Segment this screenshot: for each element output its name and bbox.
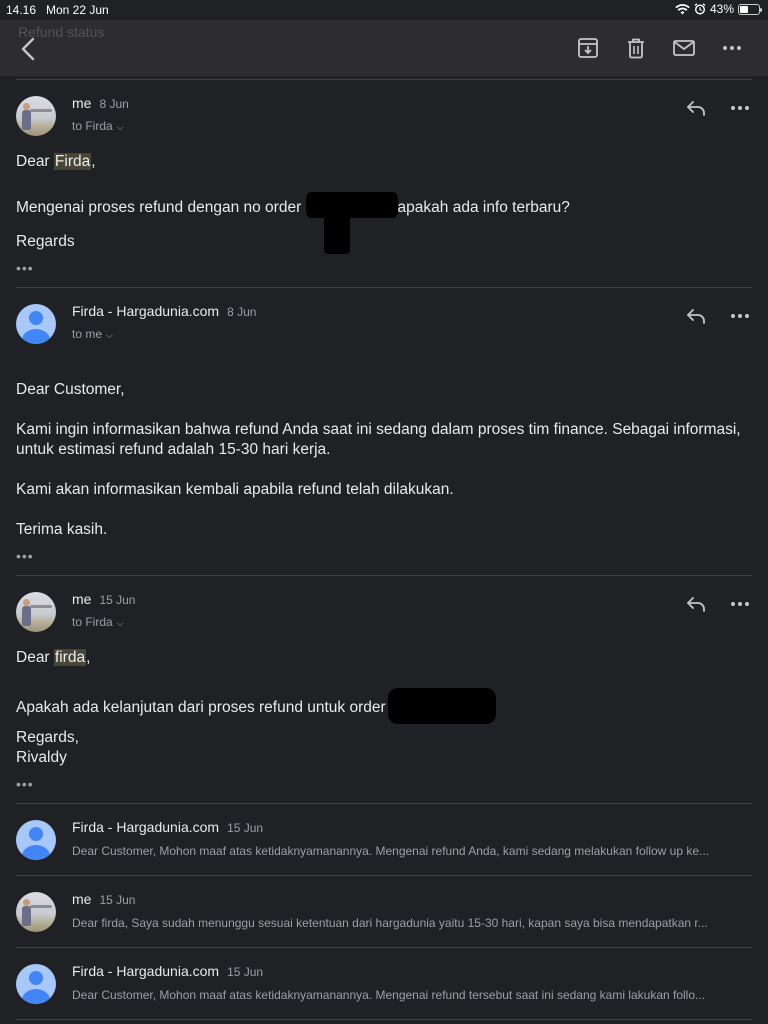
avatar: [16, 892, 56, 932]
more-horizontal-icon[interactable]: [728, 592, 752, 616]
message-snippet: Dear firda, Saya sudah menunggu sesuai k…: [72, 916, 708, 930]
avatar[interactable]: [16, 96, 56, 136]
divider: [16, 287, 752, 288]
status-bar: 14.16 Mon 22 Jun 43%: [0, 0, 768, 20]
recipient-label: to Firda: [72, 119, 113, 133]
greeting: Dear firda,: [16, 648, 746, 668]
archive-icon[interactable]: [574, 34, 602, 62]
recipient-toggle[interactable]: to Firda ⌵: [72, 615, 124, 629]
sender-line: me 15 Jun: [72, 891, 135, 907]
alarm-icon: [694, 3, 706, 15]
avatar[interactable]: [16, 592, 56, 632]
reply-icon[interactable]: [684, 592, 708, 616]
divider: [16, 1019, 752, 1020]
message-line: Mengenai proses refund dengan no order a…: [16, 192, 746, 218]
avatar: [16, 964, 56, 1004]
status-date: Mon 22 Jun: [46, 3, 109, 17]
sender-name: me: [72, 591, 92, 607]
collapsed-message[interactable]: Firda - Hargadunia.com 15 Jun Dear Custom…: [0, 804, 768, 876]
sender-line: Firda - Hargadunia.com 8 Jun: [72, 303, 256, 319]
reply-icon[interactable]: [684, 96, 708, 120]
sender-line: me 8 Jun: [72, 95, 129, 111]
closing: Regards: [16, 233, 75, 250]
battery-percent: 43%: [709, 2, 734, 16]
top-toolbar: Refund status: [0, 20, 768, 76]
message-date: 15 Jun: [227, 821, 264, 835]
redaction-mark: [305, 192, 398, 218]
closing: Regards,: [16, 729, 79, 746]
recipient-toggle[interactable]: to me ⌵: [72, 327, 113, 341]
highlighted-name: firda: [53, 649, 87, 666]
greeting-text: Dear: [16, 649, 54, 666]
show-trimmed-button[interactable]: •••: [16, 776, 34, 792]
sender-line: Firda - Hargadunia.com 15 Jun: [72, 963, 263, 979]
collapsed-message[interactable]: Firda - Hargadunia.com 15 Jun Dear Custom…: [0, 948, 768, 1020]
more-horizontal-icon[interactable]: [728, 96, 752, 120]
redaction-mark: [387, 688, 496, 724]
greeting: Dear Firda,: [16, 152, 746, 172]
greeting-comma: ,: [91, 153, 96, 170]
greeting-comma: ,: [86, 649, 91, 666]
divider: [16, 575, 752, 576]
status-right: 43%: [675, 2, 762, 16]
battery-icon: [738, 3, 762, 15]
chevron-down-icon: ⌵: [106, 330, 113, 340]
collapsed-message[interactable]: me 15 Jun Dear firda, Saya sudah menunggu…: [0, 876, 768, 948]
message-snippet: Dear Customer, Mohon maaf atas ketidakny…: [72, 988, 706, 1002]
line-text: Apakah ada kelanjutan dari proses refund…: [16, 699, 386, 716]
message-date: 8 Jun: [99, 97, 129, 111]
avatar[interactable]: [16, 304, 56, 344]
sender-line: me 15 Jun: [72, 591, 135, 607]
sender-name: me: [72, 891, 92, 907]
sender-name: Firda - Hargadunia.com: [72, 963, 220, 979]
message-date: 15 Jun: [227, 965, 264, 979]
show-trimmed-button[interactable]: •••: [16, 260, 34, 276]
status-time: 14.16: [6, 3, 37, 17]
recipient-label: to me: [72, 327, 103, 341]
message-date: 8 Jun: [227, 305, 257, 319]
message-line: Apakah ada kelanjutan dari proses refund…: [16, 688, 746, 724]
message-date: 15 Jun: [99, 893, 136, 907]
chevron-down-icon: ⌵: [116, 618, 124, 628]
sender-name: Firda - Hargadunia.com: [72, 303, 220, 319]
message-date: 15 Jun: [99, 593, 136, 607]
greeting: Dear Customer,: [16, 381, 125, 398]
message-paragraph: Kami akan informasikan kembali apabila r…: [16, 481, 454, 498]
message-paragraph: Kami ingin informasikan bahwa refund And…: [16, 421, 741, 458]
recipient-label: to Firda: [72, 615, 113, 629]
message-snippet: Dear Customer, Mohon maaf atas ketidakny…: [72, 844, 710, 858]
wifi-icon: [675, 3, 690, 14]
recipient-toggle[interactable]: to Firda ⌵: [72, 119, 124, 133]
mail-icon[interactable]: [670, 34, 698, 62]
sender-name: me: [72, 95, 92, 111]
more-horizontal-icon[interactable]: [718, 34, 746, 62]
show-trimmed-button[interactable]: •••: [16, 548, 34, 564]
reply-icon[interactable]: [684, 304, 708, 328]
chevron-left-icon[interactable]: [14, 34, 44, 64]
signature: Rivaldy: [16, 749, 67, 766]
line-text: apakah ada info terbaru?: [397, 199, 570, 216]
chevron-down-icon: ⌵: [116, 122, 124, 132]
greeting-text: Dear: [16, 153, 54, 170]
more-horizontal-icon[interactable]: [728, 304, 752, 328]
highlighted-name: Firda: [53, 153, 92, 170]
line-text: Mengenai proses refund dengan no order: [16, 199, 306, 216]
sender-name: Firda - Hargadunia.com: [72, 819, 220, 835]
closing: Terima kasih.: [16, 521, 108, 538]
divider: [16, 79, 752, 80]
sender-line: Firda - Hargadunia.com 15 Jun: [72, 819, 263, 835]
avatar: [16, 820, 56, 860]
trash-icon[interactable]: [622, 34, 650, 62]
